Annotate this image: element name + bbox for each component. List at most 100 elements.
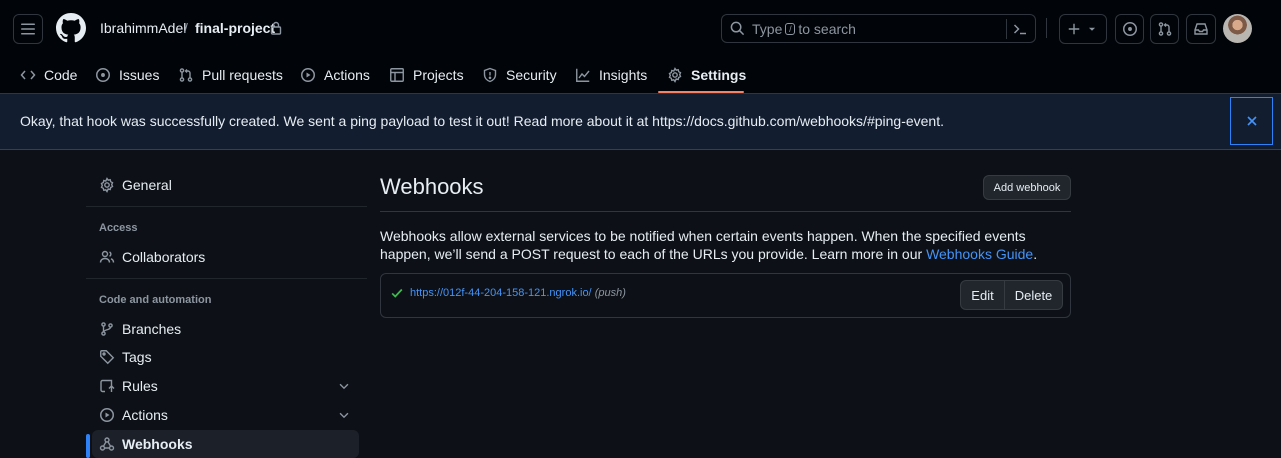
command-palette-icon[interactable] <box>1012 21 1028 37</box>
title-divider <box>380 211 1071 212</box>
search-input[interactable]: Type / to search <box>721 14 1036 43</box>
repo-push-icon <box>100 379 115 393</box>
inbox-icon <box>1194 23 1208 35</box>
webhook-event: (push) <box>594 287 626 299</box>
webhook-icon <box>99 437 115 451</box>
header-divider <box>1046 18 1047 38</box>
issue-opened-icon <box>96 68 110 82</box>
webhook-url: https://012f-44-204-158-121.ngrok.io/ <box>410 287 592 299</box>
sidebar-item-webhooks[interactable]: Webhooks <box>86 430 359 458</box>
add-webhook-button[interactable]: Add webhook <box>983 175 1071 200</box>
edit-webhook-button[interactable]: Edit <box>960 280 1005 310</box>
repo-tabs: Code Issues Pull requests Actions Projec… <box>0 56 1281 94</box>
git-pull-request-icon <box>1158 22 1171 36</box>
gear-icon <box>100 177 114 193</box>
tab-security[interactable]: Security <box>482 56 557 94</box>
tab-label: Projects <box>413 67 464 83</box>
selected-tab-indicator <box>658 91 744 93</box>
gear-icon <box>668 67 682 83</box>
webhook-list-item: https://012f-44-204-158-121.ngrok.io/ (p… <box>380 273 1071 318</box>
sidebar-item-label: Rules <box>122 378 158 394</box>
tab-pull-requests[interactable]: Pull requests <box>178 56 283 94</box>
search-placeholder-suffix: to search <box>798 20 856 37</box>
sidebar-item-label: Webhooks <box>122 436 193 452</box>
tab-label: Insights <box>599 67 648 83</box>
sidebar-item-label: General <box>122 177 172 193</box>
tab-code[interactable]: Code <box>20 56 77 94</box>
check-icon <box>391 288 403 298</box>
settings-sidebar: General Access Collaborators Code and au… <box>86 150 367 458</box>
lock-icon <box>270 21 282 35</box>
tab-issues[interactable]: Issues <box>95 56 159 94</box>
plus-icon <box>1068 23 1080 35</box>
tab-label: Pull requests <box>202 67 283 83</box>
search-shortcut-key: / <box>785 22 796 35</box>
inbox-button[interactable] <box>1186 14 1216 44</box>
sidebar-item-label: Tags <box>122 349 152 365</box>
description-end: . <box>1033 246 1038 262</box>
issues-button[interactable] <box>1115 14 1144 44</box>
git-pull-request-icon <box>179 68 193 82</box>
sidebar-item-label: Collaborators <box>122 249 206 265</box>
sidebar-item-actions[interactable]: Actions <box>92 401 359 429</box>
graph-icon <box>576 68 590 82</box>
breadcrumb-separator: / <box>184 20 188 36</box>
sidebar-item-general[interactable]: General <box>92 171 359 199</box>
play-icon <box>100 408 114 422</box>
success-flash-banner: Okay, that hook was successfully created… <box>0 94 1281 150</box>
code-icon <box>20 70 36 80</box>
search-icon <box>730 21 745 36</box>
app-header: IbrahimmAdel / final-project Type / to s… <box>0 0 1281 94</box>
sidebar-heading-code-automation: Code and automation <box>99 294 212 306</box>
top-bar: IbrahimmAdel / final-project Type / to s… <box>0 0 1281 56</box>
sidebar-divider <box>86 278 367 279</box>
menu-button[interactable] <box>13 14 43 44</box>
github-logo-icon[interactable] <box>56 13 86 43</box>
sidebar-item-label: Branches <box>122 321 182 337</box>
sidebar-item-rules[interactable]: Rules <box>92 372 359 400</box>
tab-actions[interactable]: Actions <box>300 56 370 94</box>
tab-projects[interactable]: Projects <box>389 56 464 94</box>
shield-icon <box>483 67 497 83</box>
sidebar-item-collaborators[interactable]: Collaborators <box>92 243 359 271</box>
tab-label: Issues <box>119 67 160 83</box>
tab-label: Code <box>44 67 78 83</box>
sidebar-item-label: Actions <box>122 407 168 423</box>
chevron-down-icon <box>339 383 349 390</box>
webhooks-guide-link[interactable]: Webhooks Guide <box>926 246 1033 262</box>
webhook-url-link[interactable]: https://012f-44-204-158-121.ngrok.io/ (p… <box>410 287 626 299</box>
play-icon <box>301 68 315 82</box>
delete-webhook-button[interactable]: Delete <box>1005 280 1063 310</box>
hamburger-icon <box>21 23 35 35</box>
git-branch-icon <box>101 322 113 336</box>
table-icon <box>390 68 404 82</box>
avatar[interactable] <box>1223 14 1252 43</box>
tab-label: Security <box>506 67 557 83</box>
search-placeholder-prefix: Type <box>752 20 783 37</box>
sidebar-item-tags[interactable]: Tags <box>92 343 359 371</box>
flash-message: Okay, that hook was successfully created… <box>20 113 944 129</box>
tab-settings[interactable]: Settings <box>667 56 746 94</box>
triangle-down-icon <box>1088 27 1096 31</box>
tab-label: Settings <box>691 67 747 83</box>
tag-icon <box>100 350 115 365</box>
close-icon <box>1246 116 1257 126</box>
chevron-down-icon <box>339 412 349 419</box>
pull-requests-button[interactable] <box>1150 14 1179 44</box>
webhooks-description: Webhooks allow external services to be n… <box>380 227 1071 263</box>
create-new-button[interactable] <box>1059 14 1107 44</box>
active-indicator <box>86 434 90 458</box>
breadcrumb-owner[interactable]: IbrahimmAdel <box>100 20 186 36</box>
people-icon <box>99 250 115 263</box>
tab-insights[interactable]: Insights <box>575 56 647 94</box>
sidebar-item-branches[interactable]: Branches <box>92 315 359 343</box>
sidebar-divider <box>86 206 367 207</box>
webhook-actions: Edit Delete <box>960 280 1063 310</box>
page-title: Webhooks <box>380 174 484 199</box>
dismiss-flash-button[interactable] <box>1230 97 1273 145</box>
issue-opened-icon <box>1122 22 1137 36</box>
search-divider <box>1006 19 1007 39</box>
tab-label: Actions <box>324 67 370 83</box>
breadcrumb-repo[interactable]: final-project <box>195 20 275 36</box>
sidebar-heading-access: Access <box>99 222 138 234</box>
